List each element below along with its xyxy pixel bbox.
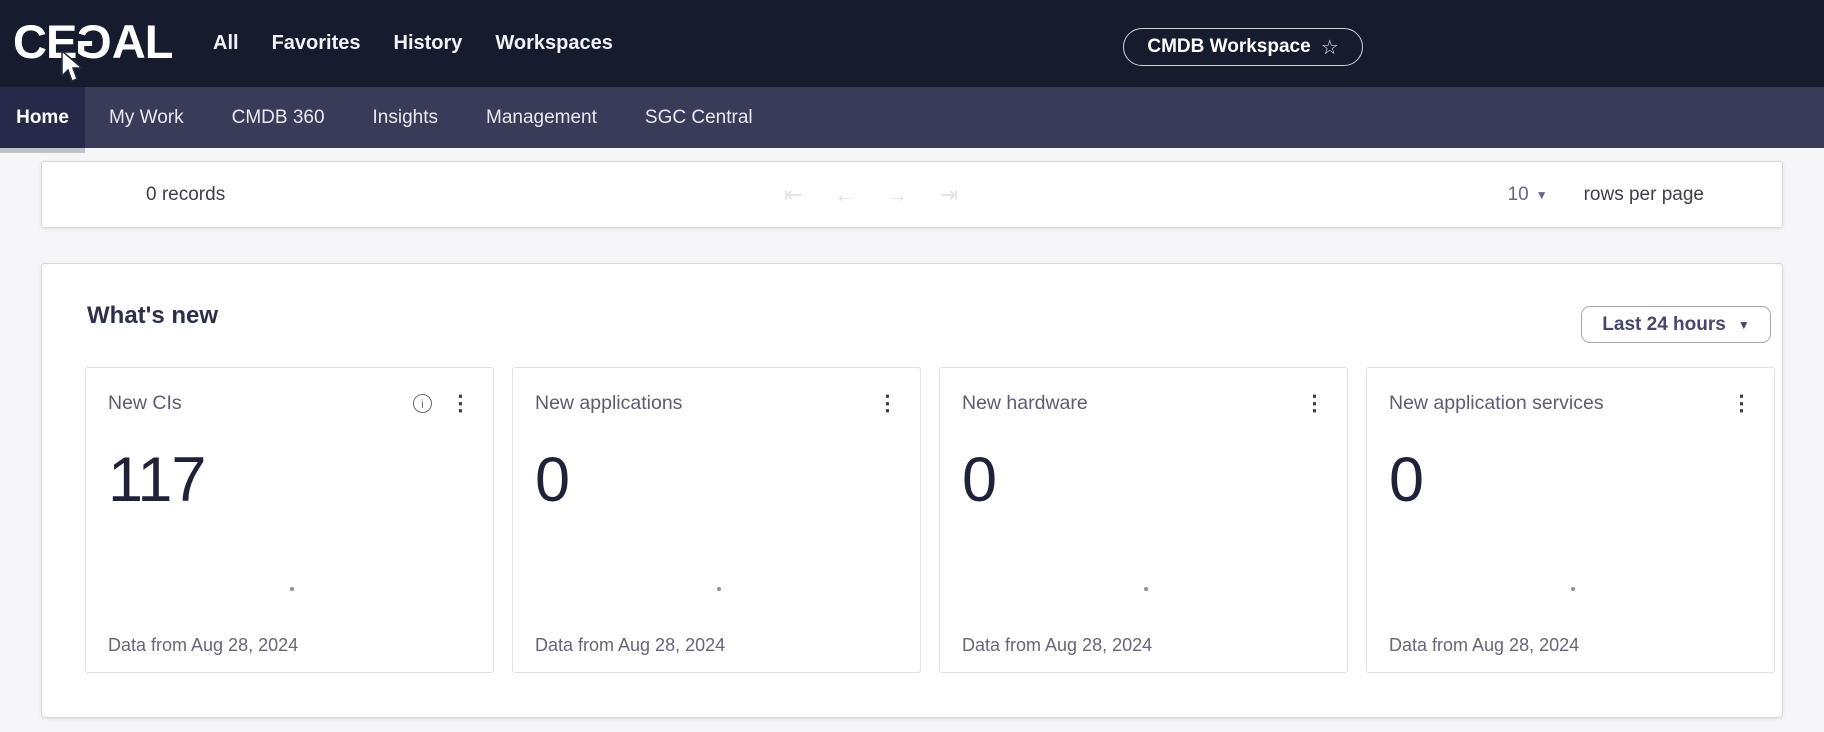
card-center-dot: [1144, 587, 1148, 591]
prev-page-icon[interactable]: ←: [832, 182, 858, 208]
tab-insights[interactable]: Insights: [349, 87, 462, 148]
records-count: 0 records: [146, 162, 225, 227]
card-new-applications: New applications ⋮ 0 Data from Aug 28, 2…: [512, 367, 921, 673]
nav-item-favorites[interactable]: Favorites: [272, 32, 361, 55]
data-as-of-label: Data from Aug 28, 2024: [108, 635, 298, 656]
active-tab-scroll-indicator: [0, 148, 85, 153]
card-header: New application services ⋮: [1389, 392, 1752, 415]
kebab-menu-icon[interactable]: ⋮: [877, 393, 898, 414]
whats-new-title: What's new: [87, 302, 218, 330]
card-center-dot: [717, 587, 721, 591]
cmdb-workspace-page: CEGAL All Favorites History Workspaces C…: [0, 0, 1824, 732]
card-title: New applications: [535, 392, 877, 415]
data-as-of-label: Data from Aug 28, 2024: [1389, 635, 1579, 656]
rows-per-page-group: 10 ▼ rows per page: [1508, 162, 1704, 227]
metric-value: 0: [535, 449, 898, 512]
card-header: New hardware ⋮: [962, 392, 1325, 415]
tab-my-work[interactable]: My Work: [85, 87, 208, 148]
time-range-label: Last 24 hours: [1602, 314, 1726, 336]
mouse-cursor-icon: [60, 50, 86, 84]
workspace-pill-button[interactable]: CMDB Workspace ☆: [1123, 28, 1363, 66]
metric-value: 117: [108, 449, 471, 512]
data-as-of-label: Data from Aug 28, 2024: [535, 635, 725, 656]
card-header: New applications ⋮: [535, 392, 898, 415]
top-navbar: CEGAL All Favorites History Workspaces C…: [0, 0, 1824, 87]
card-new-application-services: New application services ⋮ 0 Data from A…: [1366, 367, 1775, 673]
card-title: New hardware: [962, 392, 1304, 415]
workspace-pill-label: CMDB Workspace: [1147, 36, 1310, 58]
data-as-of-label: Data from Aug 28, 2024: [962, 635, 1152, 656]
metric-value: 0: [962, 449, 1325, 512]
card-new-hardware: New hardware ⋮ 0 Data from Aug 28, 2024: [939, 367, 1348, 673]
card-title: New application services: [1389, 392, 1731, 415]
page-size-value: 10: [1508, 184, 1529, 206]
workspace-tabbar: Home My Work CMDB 360 Insights Managemen…: [0, 87, 1824, 148]
kebab-menu-icon[interactable]: ⋮: [450, 393, 471, 414]
card-actions: ⋮: [1304, 393, 1325, 414]
logo-text: AL: [112, 15, 173, 68]
nav-item-history[interactable]: History: [394, 32, 463, 55]
card-header: New CIs i ⋮: [108, 392, 471, 415]
first-page-icon[interactable]: ⇤: [780, 182, 806, 208]
whats-new-panel: What's new Last 24 hours ▼ New CIs i ⋮ 1…: [41, 263, 1783, 718]
page-size-select[interactable]: 10 ▼: [1508, 184, 1548, 206]
card-title: New CIs: [108, 392, 413, 415]
chevron-down-icon: ▼: [1738, 318, 1750, 332]
pagination-controls: ⇤ ← → ⇥: [780, 162, 962, 227]
card-actions: i ⋮: [413, 393, 471, 414]
tab-sgc-central[interactable]: SGC Central: [621, 87, 777, 148]
nav-item-workspaces[interactable]: Workspaces: [495, 32, 612, 55]
tab-home[interactable]: Home: [0, 87, 85, 148]
top-nav-menu: All Favorites History Workspaces: [213, 0, 613, 87]
card-center-dot: [290, 587, 294, 591]
kebab-menu-icon[interactable]: ⋮: [1304, 393, 1325, 414]
cegal-logo[interactable]: CEGAL: [13, 14, 173, 69]
last-page-icon[interactable]: ⇥: [936, 182, 962, 208]
chevron-down-icon: ▼: [1536, 188, 1548, 202]
next-page-icon[interactable]: →: [884, 182, 910, 208]
card-new-cis: New CIs i ⋮ 117 Data from Aug 28, 2024: [85, 367, 494, 673]
card-actions: ⋮: [1731, 393, 1752, 414]
time-range-dropdown[interactable]: Last 24 hours ▼: [1581, 306, 1771, 343]
card-center-dot: [1571, 587, 1575, 591]
info-icon[interactable]: i: [413, 394, 432, 413]
metric-value: 0: [1389, 449, 1752, 512]
rows-per-page-label: rows per page: [1584, 184, 1704, 206]
records-pagination-bar: 0 records ⇤ ← → ⇥ 10 ▼ rows per page: [41, 161, 1783, 228]
tab-cmdb-360[interactable]: CMDB 360: [208, 87, 349, 148]
kebab-menu-icon[interactable]: ⋮: [1731, 393, 1752, 414]
metric-cards-row: New CIs i ⋮ 117 Data from Aug 28, 2024 N…: [85, 367, 1775, 673]
tab-management[interactable]: Management: [462, 87, 621, 148]
star-icon[interactable]: ☆: [1321, 35, 1339, 60]
nav-item-all[interactable]: All: [213, 32, 239, 55]
card-actions: ⋮: [877, 393, 898, 414]
